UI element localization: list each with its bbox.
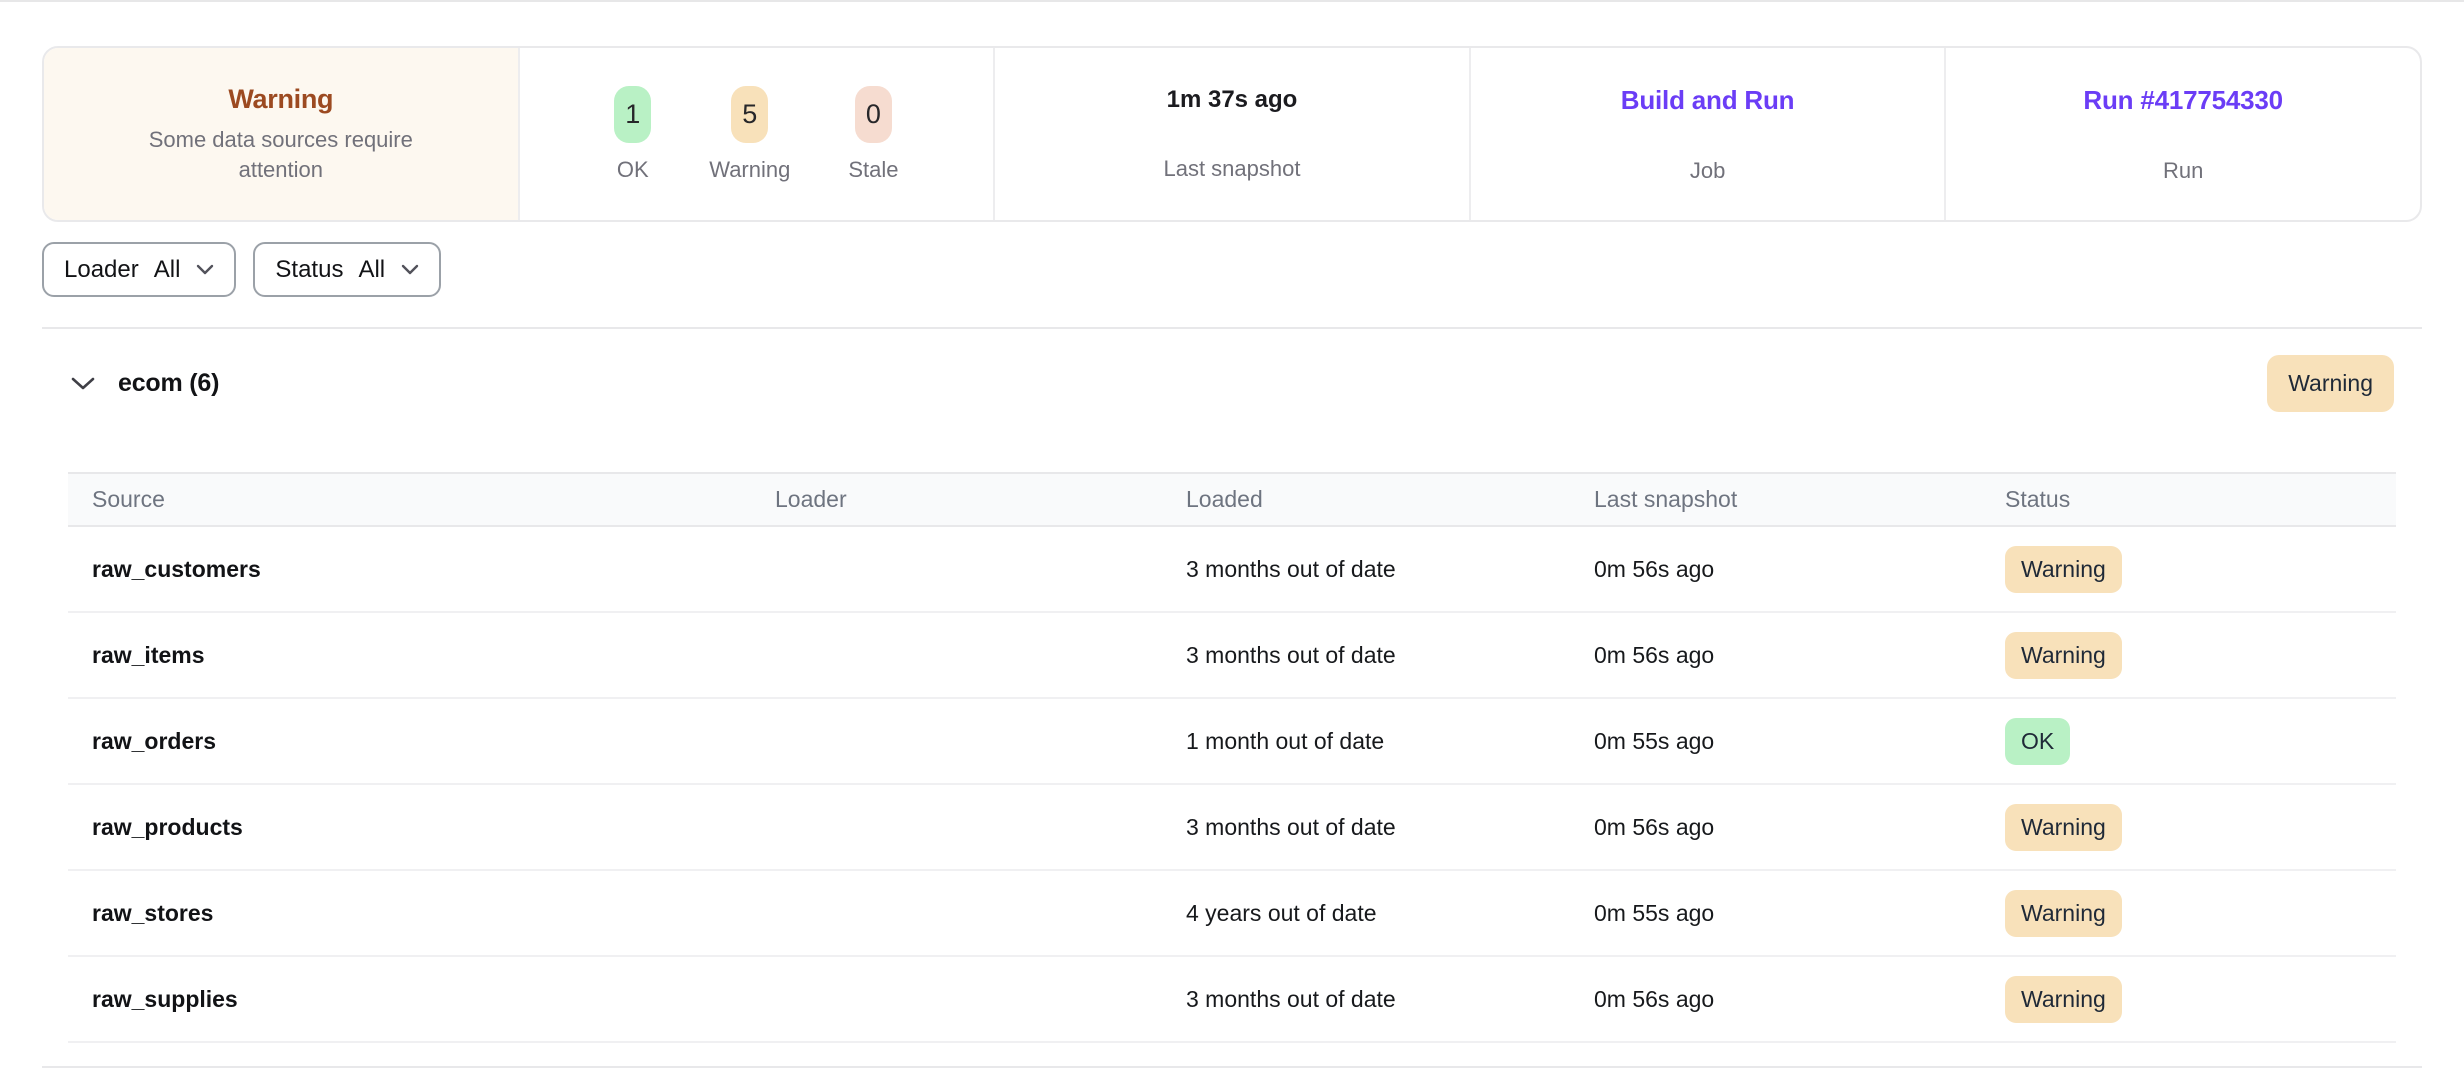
- table-row[interactable]: raw_orders 1 month out of date 0m 55s ag…: [68, 699, 2396, 785]
- status-cell: Warning: [2005, 804, 2396, 851]
- status-cell: OK: [2005, 718, 2396, 765]
- stat-warning: 5 Warning: [709, 86, 790, 183]
- last-snapshot-cell: 0m 55s ago: [1594, 728, 2005, 755]
- last-snapshot-cell: 0m 55s ago: [1594, 900, 2005, 927]
- loader-filter-name: Loader: [64, 256, 139, 284]
- status-badge: Warning: [2005, 632, 2122, 679]
- source-name: raw_products: [92, 814, 775, 841]
- table-header-row: Source Loader Loaded Last snapshot Statu…: [68, 472, 2396, 527]
- status-badge: Warning: [2005, 546, 2122, 593]
- status-badge: Warning: [2005, 804, 2122, 851]
- run-label: Run: [2163, 158, 2203, 184]
- overall-status-title: Warning: [228, 84, 333, 115]
- column-header-source: Source: [92, 486, 775, 513]
- chevron-down-icon[interactable]: [70, 376, 96, 391]
- column-header-status: Status: [2005, 486, 2396, 513]
- column-header-last-snapshot: Last snapshot: [1594, 486, 2005, 513]
- source-name: raw_orders: [92, 728, 775, 755]
- table-row[interactable]: raw_stores 4 years out of date 0m 55s ag…: [68, 871, 2396, 957]
- table-row[interactable]: raw_items 3 months out of date 0m 56s ag…: [68, 613, 2396, 699]
- loaded-cell: 3 months out of date: [1186, 556, 1594, 583]
- pipeline-summary-card: Warning Some data sources require attent…: [42, 46, 2422, 222]
- table-row[interactable]: raw_supplies 3 months out of date 0m 56s…: [68, 957, 2396, 1043]
- loaded-cell: 3 months out of date: [1186, 986, 1594, 1013]
- loaded-cell: 3 months out of date: [1186, 642, 1594, 669]
- source-status-page: Warning Some data sources require attent…: [42, 46, 2422, 1068]
- overall-status-subtitle: Some data sources require attention: [108, 125, 453, 183]
- status-cell: Warning: [2005, 890, 2396, 937]
- status-filter-value: All: [358, 256, 385, 284]
- stat-stale: 0 Stale: [848, 86, 898, 183]
- source-name: raw_customers: [92, 556, 775, 583]
- status-filter-dropdown[interactable]: Status All: [253, 242, 441, 297]
- loader-filter-dropdown[interactable]: Loader All: [42, 242, 236, 297]
- overall-status-card: Warning Some data sources require attent…: [44, 48, 518, 220]
- table-row[interactable]: raw_customers 3 months out of date 0m 56…: [68, 527, 2396, 613]
- next-section-divider: [42, 1066, 2422, 1068]
- job-label: Job: [1690, 158, 1725, 184]
- warning-count-label: Warning: [709, 157, 790, 183]
- stat-ok: 1 OK: [614, 86, 651, 183]
- chevron-down-icon: [401, 264, 419, 275]
- last-snapshot-cell: 0m 56s ago: [1594, 642, 2005, 669]
- loaded-cell: 3 months out of date: [1186, 814, 1594, 841]
- stale-count-label: Stale: [848, 157, 898, 183]
- source-name: raw_stores: [92, 900, 775, 927]
- last-snapshot-card: 1m 37s ago Last snapshot: [993, 48, 1469, 220]
- ok-count-badge: 1: [614, 86, 651, 143]
- warning-count-badge: 5: [731, 86, 768, 143]
- stale-count-badge: 0: [855, 86, 892, 143]
- last-snapshot-cell: 0m 56s ago: [1594, 556, 2005, 583]
- source-name: raw_items: [92, 642, 775, 669]
- status-counts-card: 1 OK 5 Warning 0 Stale: [518, 48, 994, 220]
- loaded-cell: 4 years out of date: [1186, 900, 1594, 927]
- ok-count-label: OK: [617, 157, 649, 183]
- status-filter-name: Status: [275, 256, 343, 284]
- status-badge: OK: [2005, 718, 2070, 765]
- last-snapshot-label: Last snapshot: [1163, 156, 1300, 182]
- loaded-cell: 1 month out of date: [1186, 728, 1594, 755]
- last-snapshot-value: 1m 37s ago: [1167, 86, 1298, 114]
- loader-filter-value: All: [154, 256, 181, 284]
- job-link[interactable]: Build and Run: [1621, 85, 1795, 116]
- filter-bar: Loader All Status All: [42, 242, 2422, 297]
- sources-table: Source Loader Loaded Last snapshot Statu…: [68, 472, 2396, 1043]
- group-header-ecom[interactable]: ecom (6) Warning: [42, 354, 2422, 412]
- source-name: raw_supplies: [92, 986, 775, 1013]
- chevron-down-icon: [196, 264, 214, 275]
- last-snapshot-cell: 0m 56s ago: [1594, 814, 2005, 841]
- run-card: Run #417754330 Run: [1944, 48, 2420, 220]
- status-cell: Warning: [2005, 546, 2396, 593]
- table-row[interactable]: raw_products 3 months out of date 0m 56s…: [68, 785, 2396, 871]
- status-badge: Warning: [2005, 890, 2122, 937]
- run-link[interactable]: Run #417754330: [2083, 85, 2283, 116]
- job-card: Build and Run Job: [1469, 48, 1945, 220]
- status-badge: Warning: [2005, 976, 2122, 1023]
- status-cell: Warning: [2005, 976, 2396, 1023]
- status-cell: Warning: [2005, 632, 2396, 679]
- group-title: ecom (6): [118, 369, 219, 398]
- column-header-loaded: Loaded: [1186, 486, 1594, 513]
- section-divider: [42, 327, 2422, 329]
- column-header-loader: Loader: [775, 486, 1186, 513]
- last-snapshot-cell: 0m 56s ago: [1594, 986, 2005, 1013]
- group-status-badge: Warning: [2267, 355, 2394, 412]
